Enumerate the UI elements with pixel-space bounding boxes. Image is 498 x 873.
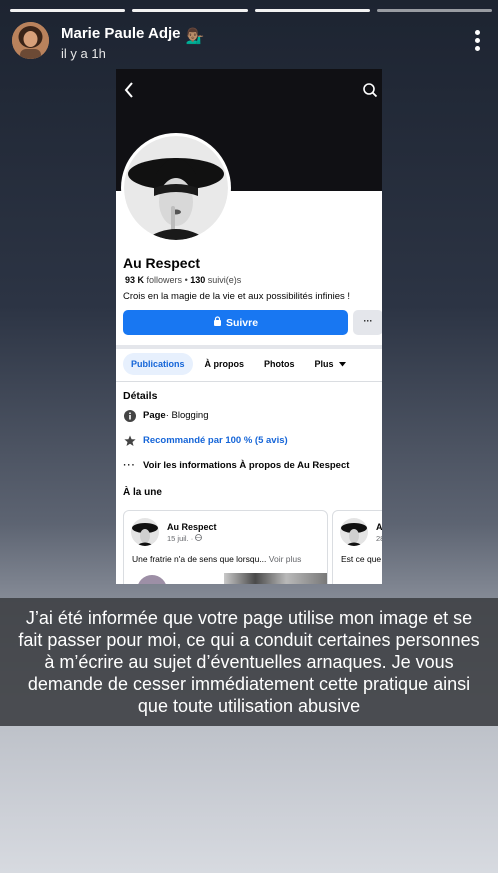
info-icon	[123, 409, 136, 422]
page-name: Au Respect	[123, 255, 201, 271]
author-avatar[interactable]	[12, 22, 49, 59]
category-name: · Blogging	[165, 410, 209, 421]
tabs-divider	[116, 381, 382, 382]
tab-publications[interactable]: Publications	[123, 353, 193, 375]
progress-segment	[132, 9, 248, 12]
author-emoji: 💁🏽‍♂️	[185, 28, 205, 45]
author-name-line[interactable]: Marie Paule Adje 💁🏽‍♂️	[61, 25, 204, 45]
star-icon	[123, 434, 136, 447]
author-name[interactable]: Marie Paule Adje	[61, 25, 181, 42]
card-date: 15 juil. ·	[167, 534, 194, 543]
followers-count: 93 K	[125, 275, 145, 285]
lock-icon	[213, 316, 222, 329]
page-bio: Crois en la magie de la vie et aux possi…	[123, 291, 351, 302]
featured-post-card[interactable]: A 28 Est ce que	[332, 510, 382, 584]
globe-icon	[195, 534, 203, 543]
recommended-link[interactable]: Recommandé par 100 % (5 avis)	[143, 435, 288, 446]
card-date-line: 15 juil. ·	[167, 534, 203, 543]
chevron-left-icon[interactable]	[123, 81, 135, 103]
card-avatar	[340, 518, 368, 546]
tab-photos[interactable]: Photos	[256, 353, 303, 375]
featured-post-card[interactable]: Au Respect 15 juil. · Une fratrie n'a de…	[123, 510, 328, 584]
detail-recommended[interactable]: Recommandé par 100 % (5 avis)	[123, 434, 288, 447]
tab-about[interactable]: À propos	[197, 353, 253, 375]
shared-screenshot: Au Respect 93 K followers • 130 suivi(e)…	[116, 69, 382, 584]
profile-picture[interactable]	[121, 133, 231, 243]
tab-more-label: Plus	[314, 359, 334, 369]
progress-segment	[254, 9, 370, 12]
page-tabs: Publications À propos Photos Plus	[123, 353, 358, 375]
post-time: il y a 1h	[61, 46, 106, 61]
detail-see-about[interactable]: ··· Voir les informations À propos de Au…	[123, 459, 349, 472]
followers-label: followers	[146, 275, 183, 285]
following-label: suivi(e)s	[207, 275, 242, 285]
card-author: Au Respect	[167, 522, 217, 532]
following-count: 130	[190, 275, 206, 285]
tab-more[interactable]: Plus	[307, 353, 355, 375]
detail-category: Page · Blogging	[123, 409, 209, 422]
card-avatar	[131, 518, 159, 546]
card-author: A	[376, 522, 382, 532]
details-title: Détails	[123, 390, 158, 402]
progress-segment	[376, 9, 492, 12]
follow-label: Suivre	[225, 316, 259, 329]
search-icon[interactable]	[362, 82, 378, 103]
featured-title: À la une	[123, 487, 162, 498]
card-text: Une fratrie n'a de sens que lorsqu...	[132, 554, 267, 564]
story-progress	[10, 9, 492, 12]
follow-button[interactable]: Suivre	[123, 310, 348, 335]
card-image	[137, 575, 167, 584]
more-vertical-icon[interactable]	[474, 30, 480, 54]
progress-segment	[10, 9, 126, 12]
category-type: Page	[143, 410, 166, 421]
more-options-button[interactable]: ···	[353, 310, 382, 335]
story-caption: J’ai été informée que votre page utilise…	[0, 598, 498, 726]
card-date: 28	[376, 534, 382, 543]
card-image	[224, 573, 327, 584]
page-stats: 93 K followers • 130 suivi(e)s	[125, 275, 241, 285]
card-text: Est ce que	[341, 554, 382, 564]
caret-down-icon	[336, 359, 347, 369]
card-text-line: Une fratrie n'a de sens que lorsqu... Vo…	[132, 554, 301, 564]
section-divider	[116, 345, 382, 349]
ellipsis-icon: ···	[123, 460, 136, 471]
story-header: Marie Paule Adje 💁🏽‍♂️ il y a 1h	[12, 20, 486, 64]
see-about-link[interactable]: Voir les informations À propos de Au Res…	[143, 460, 349, 471]
see-more-link[interactable]: Voir plus	[269, 554, 302, 564]
